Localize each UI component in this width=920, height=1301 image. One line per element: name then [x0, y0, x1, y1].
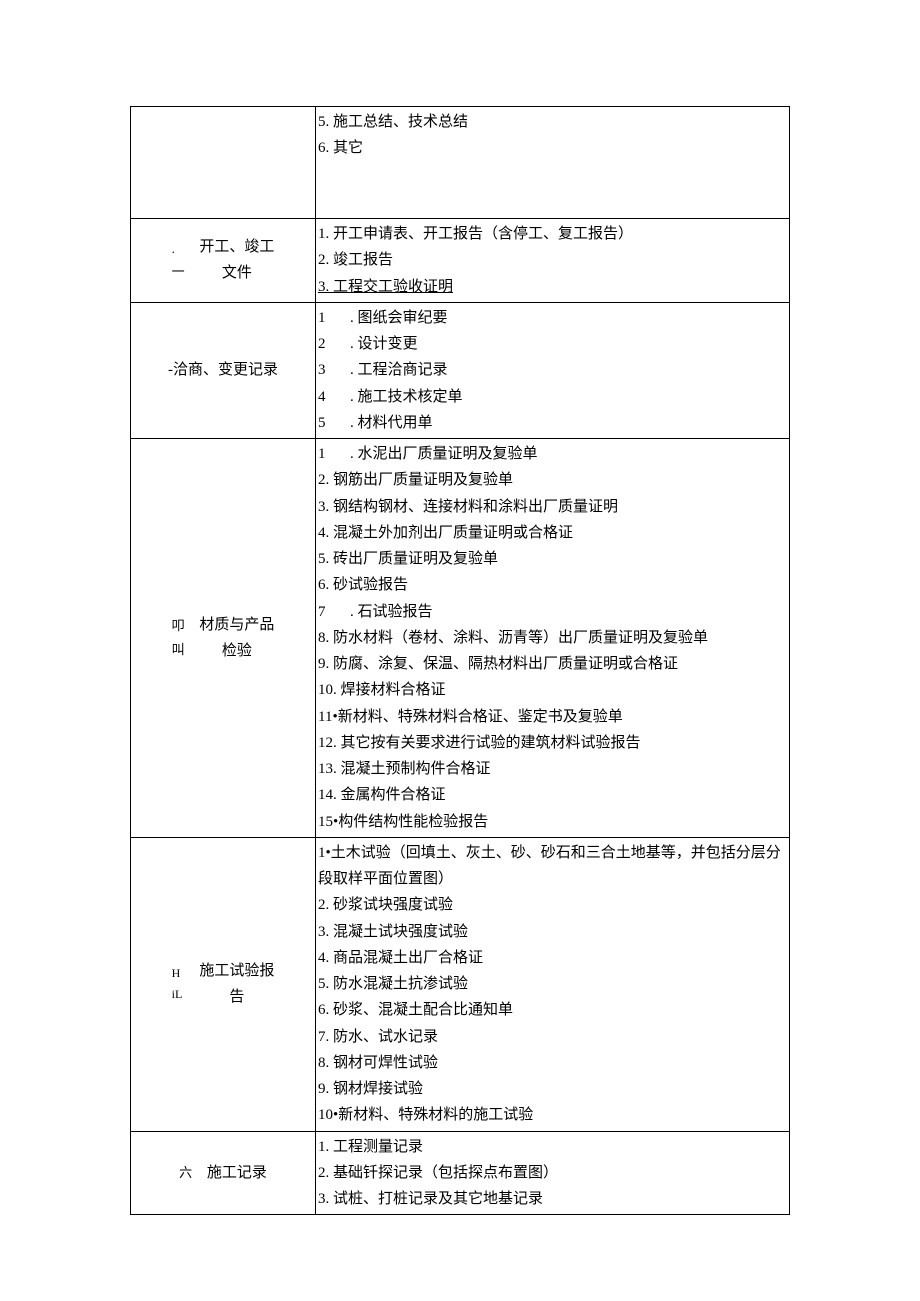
- list-item: 9. 防腐、涂复、保温、隔热材料出厂质量证明或合格证: [318, 651, 785, 677]
- list-item: 15•构件结构性能检验报告: [318, 809, 785, 835]
- row-content-cell: 1. 工程测量记录 2. 基础钎探记录（包括探点布置图） 3. 试桩、打桩记录及…: [316, 1131, 790, 1215]
- list-item: 2. 竣工报告: [318, 247, 785, 273]
- list-item: 8. 钢材可焊性试验: [318, 1050, 785, 1076]
- row-index: 六: [179, 1161, 203, 1184]
- list-item: 4. 商品混凝土出厂合格证: [318, 945, 785, 971]
- table-row: . 一 开工、竣工文件 1. 开工申请表、开工报告（含停工、复工报告） 2. 竣…: [131, 219, 790, 303]
- row-label-cell: -洽商、变更记录: [131, 302, 316, 438]
- row-content-cell: 1. 图纸会审纪要 2. 设计变更 3. 工程洽商记录 4. 施工技术核定单 5…: [316, 302, 790, 438]
- row-content-cell: 1. 开工申请表、开工报告（含停工、复工报告） 2. 竣工报告 3. 工程交工验…: [316, 219, 790, 303]
- list-item: 4. 施工技术核定单: [318, 384, 785, 410]
- list-item: 10•新材料、特殊材料的施工试验: [318, 1102, 785, 1128]
- list-item: 3. 工程交工验收证明: [318, 274, 785, 300]
- table-row: 5. 施工总结、技术总结 6. 其它: [131, 107, 790, 219]
- row-index: 叩 叫: [172, 614, 196, 661]
- row-index: H iL: [172, 963, 196, 1006]
- list-item: 2. 钢筋出厂质量证明及复验单: [318, 467, 785, 493]
- list-item: 4. 混凝土外加剂出厂质量证明或合格证: [318, 520, 785, 546]
- row-label-cell: 六 施工记录: [131, 1131, 316, 1215]
- list-item: 3. 试桩、打桩记录及其它地基记录: [318, 1186, 785, 1212]
- list-item: 9. 钢材焊接试验: [318, 1076, 785, 1102]
- list-item: 8. 防水材料（卷材、涂料、沥青等）出厂质量证明及复验单: [318, 625, 785, 651]
- row-label: 施工记录: [207, 1160, 267, 1186]
- list-item: 5. 施工总结、技术总结: [318, 109, 785, 135]
- list-item: 12. 其它按有关要求进行试验的建筑材料试验报告: [318, 730, 785, 756]
- row-label-cell: H iL 施工试验报告: [131, 837, 316, 1131]
- row-content-cell: 5. 施工总结、技术总结 6. 其它: [316, 107, 790, 219]
- list-item: 10. 焊接材料合格证: [318, 677, 785, 703]
- list-item: 5. 材料代用单: [318, 410, 785, 436]
- list-item: 3. 混凝土试块强度试验: [318, 919, 785, 945]
- list-item: 6. 砂浆、混凝土配合比通知单: [318, 997, 785, 1023]
- list-item: 6. 砂试验报告: [318, 572, 785, 598]
- row-label: 材质与产品检验: [199, 612, 274, 665]
- list-item: 1. 水泥出厂质量证明及复验单: [318, 441, 785, 467]
- list-item: 2. 设计变更: [318, 331, 785, 357]
- list-item: 2. 砂浆试块强度试验: [318, 892, 785, 918]
- table-row: 六 施工记录 1. 工程测量记录 2. 基础钎探记录（包括探点布置图） 3. 试…: [131, 1131, 790, 1215]
- list-item: 1. 图纸会审纪要: [318, 305, 785, 331]
- list-item: 6. 其它: [318, 135, 785, 161]
- list-item: 2. 基础钎探记录（包括探点布置图）: [318, 1160, 785, 1186]
- list-item: 14. 金属构件合格证: [318, 782, 785, 808]
- row-label-cell: . 一 开工、竣工文件: [131, 219, 316, 303]
- row-label-cell: [131, 107, 316, 219]
- row-label: 开工、竣工文件: [199, 234, 274, 287]
- list-item: 1•土木试验（回填土、灰土、砂、砂石和三合土地基等，并包括分层分段取样平面位置图…: [318, 840, 785, 893]
- list-item: 3. 钢结构钢材、连接材料和涂料出厂质量证明: [318, 494, 785, 520]
- table-row: H iL 施工试验报告 1•土木试验（回填土、灰土、砂、砂石和三合土地基等，并包…: [131, 837, 790, 1131]
- row-label: 施工试验报告: [199, 958, 274, 1011]
- list-item: 3. 工程洽商记录: [318, 357, 785, 383]
- list-item: 7. 石试验报告: [318, 599, 785, 625]
- document-table: 5. 施工总结、技术总结 6. 其它 . 一 开工、竣工文件 1. 开工申请表、…: [130, 106, 790, 1215]
- list-item: 1. 开工申请表、开工报告（含停工、复工报告）: [318, 221, 785, 247]
- list-item: 7. 防水、试水记录: [318, 1024, 785, 1050]
- list-item: 13. 混凝土预制构件合格证: [318, 756, 785, 782]
- row-label-cell: 叩 叫 材质与产品检验: [131, 439, 316, 838]
- list-item: 1. 工程测量记录: [318, 1134, 785, 1160]
- table-row: 叩 叫 材质与产品检验 1. 水泥出厂质量证明及复验单 2. 钢筋出厂质量证明及…: [131, 439, 790, 838]
- row-label: -洽商、变更记录: [168, 362, 278, 378]
- row-content-cell: 1. 水泥出厂质量证明及复验单 2. 钢筋出厂质量证明及复验单 3. 钢结构钢材…: [316, 439, 790, 838]
- list-item: 11•新材料、特殊材料合格证、鉴定书及复验单: [318, 704, 785, 730]
- list-item: 5. 防水混凝土抗渗试验: [318, 971, 785, 997]
- list-item: 5. 砖出厂质量证明及复验单: [318, 546, 785, 572]
- table-row: -洽商、变更记录 1. 图纸会审纪要 2. 设计变更 3. 工程洽商记录 4. …: [131, 302, 790, 438]
- row-content-cell: 1•土木试验（回填土、灰土、砂、砂石和三合土地基等，并包括分层分段取样平面位置图…: [316, 837, 790, 1131]
- row-index: . 一: [172, 237, 196, 284]
